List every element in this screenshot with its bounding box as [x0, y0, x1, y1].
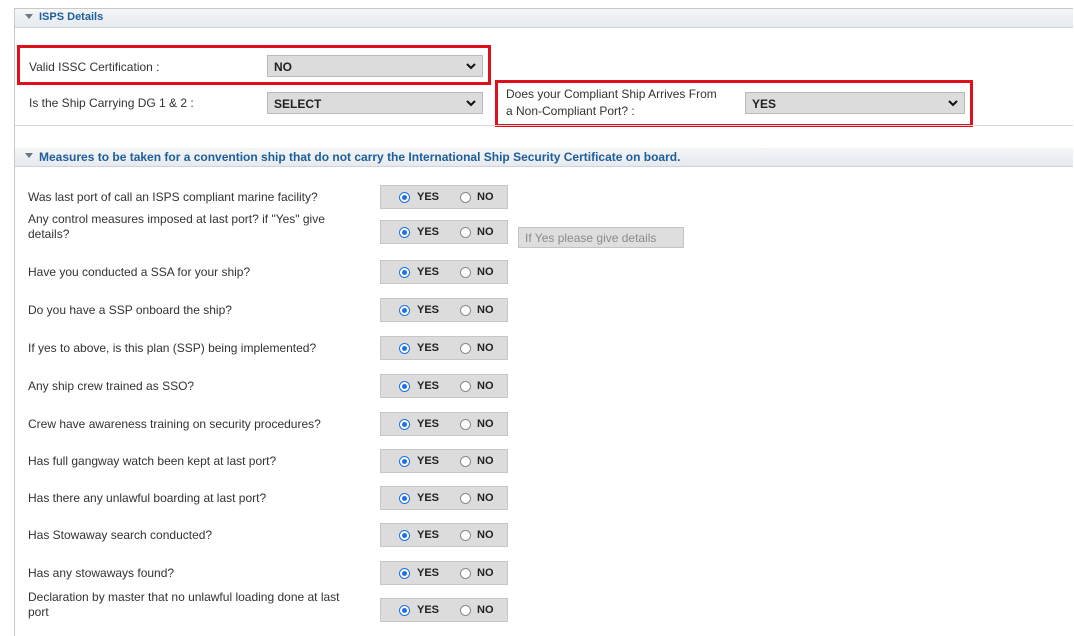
isps-details-header[interactable]: ISPS Details: [15, 9, 1073, 28]
question-label-continued: details?: [28, 227, 70, 241]
no-radio-button[interactable]: [460, 227, 471, 238]
yes-no-radio-group: YES NO: [380, 220, 508, 244]
collapse-triangle-icon: [25, 153, 33, 158]
yes-radio-label[interactable]: YES: [417, 226, 439, 238]
question-label: Has there any unlawful boarding at last …: [28, 491, 267, 505]
no-radio-button[interactable]: [460, 305, 471, 316]
question-label: Declaration by master that no unlawful l…: [28, 590, 340, 604]
no-radio-button[interactable]: [460, 419, 471, 430]
question-label: Has full gangway watch been kept at last…: [28, 454, 277, 468]
no-radio-label[interactable]: NO: [477, 342, 494, 354]
no-radio-label[interactable]: NO: [477, 455, 494, 467]
no-radio-button[interactable]: [460, 381, 471, 392]
question-label: Any ship crew trained as SSO?: [28, 379, 195, 393]
no-radio-label[interactable]: NO: [477, 226, 494, 238]
question-label: Crew have awareness training on security…: [28, 417, 321, 431]
no-radio-label[interactable]: NO: [477, 304, 494, 316]
yes-radio-label[interactable]: YES: [417, 304, 439, 316]
yes-radio-button[interactable]: [399, 343, 410, 354]
yes-radio-button[interactable]: [399, 381, 410, 392]
yes-radio-label[interactable]: YES: [417, 604, 439, 616]
no-radio-button[interactable]: [460, 568, 471, 579]
question-label-continued: port: [28, 605, 49, 619]
yes-radio-label[interactable]: YES: [417, 266, 439, 278]
no-radio-label[interactable]: NO: [477, 380, 494, 392]
question-label: Has Stowaway search conducted?: [28, 528, 213, 542]
compliant-ship-highlight: [495, 80, 973, 127]
yes-radio-label[interactable]: YES: [417, 342, 439, 354]
dg-carrying-label: Is the Ship Carrying DG 1 & 2 :: [29, 96, 194, 110]
dg-carrying-value: SELECT: [274, 97, 322, 111]
yes-radio-button[interactable]: [399, 305, 410, 316]
yes-no-radio-group: YES NO: [380, 449, 508, 473]
question-label: Has any stowaways found?: [28, 566, 175, 580]
yes-no-radio-group: YES NO: [380, 561, 508, 585]
question-label: Any control measures imposed at last por…: [28, 212, 325, 226]
no-radio-label[interactable]: NO: [477, 492, 494, 504]
valid-issc-highlight: [17, 45, 491, 85]
yes-radio-button[interactable]: [399, 493, 410, 504]
measures-title: Measures to be taken for a convention sh…: [39, 150, 681, 164]
yes-radio-label[interactable]: YES: [417, 418, 439, 430]
yes-no-radio-group: YES NO: [380, 260, 508, 284]
yes-radio-label[interactable]: YES: [417, 380, 439, 392]
isps-details-title: ISPS Details: [39, 11, 104, 23]
no-radio-label[interactable]: NO: [477, 567, 494, 579]
yes-radio-label[interactable]: YES: [417, 191, 439, 203]
no-radio-label[interactable]: NO: [477, 529, 494, 541]
chevron-down-icon: [466, 100, 476, 107]
yes-no-radio-group: YES NO: [380, 298, 508, 322]
yes-radio-button[interactable]: [399, 192, 410, 203]
no-radio-button[interactable]: [460, 530, 471, 541]
yes-radio-button[interactable]: [399, 605, 410, 616]
measures-header[interactable]: Measures to be taken for a convention sh…: [15, 148, 1073, 167]
no-radio-button[interactable]: [460, 343, 471, 354]
collapse-triangle-icon: [25, 14, 33, 19]
yes-no-radio-group: YES NO: [380, 336, 508, 360]
question-label: Was last port of call an ISPS compliant …: [28, 190, 318, 204]
yes-radio-button[interactable]: [399, 530, 410, 541]
no-radio-button[interactable]: [460, 605, 471, 616]
yes-radio-button[interactable]: [399, 267, 410, 278]
yes-radio-label[interactable]: YES: [417, 529, 439, 541]
question-label: If yes to above, is this plan (SSP) bein…: [28, 341, 317, 355]
yes-no-radio-group: YES NO: [380, 374, 508, 398]
yes-radio-button[interactable]: [399, 419, 410, 430]
no-radio-button[interactable]: [460, 456, 471, 467]
no-radio-label[interactable]: NO: [477, 191, 494, 203]
yes-radio-button[interactable]: [399, 568, 410, 579]
no-radio-label[interactable]: NO: [477, 604, 494, 616]
yes-no-radio-group: YES NO: [380, 598, 508, 622]
yes-radio-button[interactable]: [399, 456, 410, 467]
no-radio-button[interactable]: [460, 267, 471, 278]
section-divider: [15, 125, 1073, 126]
no-radio-button[interactable]: [460, 192, 471, 203]
yes-radio-label[interactable]: YES: [417, 455, 439, 467]
yes-no-radio-group: YES NO: [380, 486, 508, 510]
details-input[interactable]: If Yes please give details: [518, 227, 684, 248]
yes-no-radio-group: YES NO: [380, 185, 508, 209]
dg-carrying-select[interactable]: SELECT: [267, 92, 483, 114]
yes-no-radio-group: YES NO: [380, 412, 508, 436]
yes-no-radio-group: YES NO: [380, 523, 508, 547]
yes-radio-label[interactable]: YES: [417, 492, 439, 504]
question-label: Do you have a SSP onboard the ship?: [28, 303, 232, 317]
no-radio-label[interactable]: NO: [477, 418, 494, 430]
no-radio-button[interactable]: [460, 493, 471, 504]
yes-radio-button[interactable]: [399, 227, 410, 238]
question-label: Have you conducted a SSA for your ship?: [28, 265, 251, 279]
no-radio-label[interactable]: NO: [477, 266, 494, 278]
yes-radio-label[interactable]: YES: [417, 567, 439, 579]
